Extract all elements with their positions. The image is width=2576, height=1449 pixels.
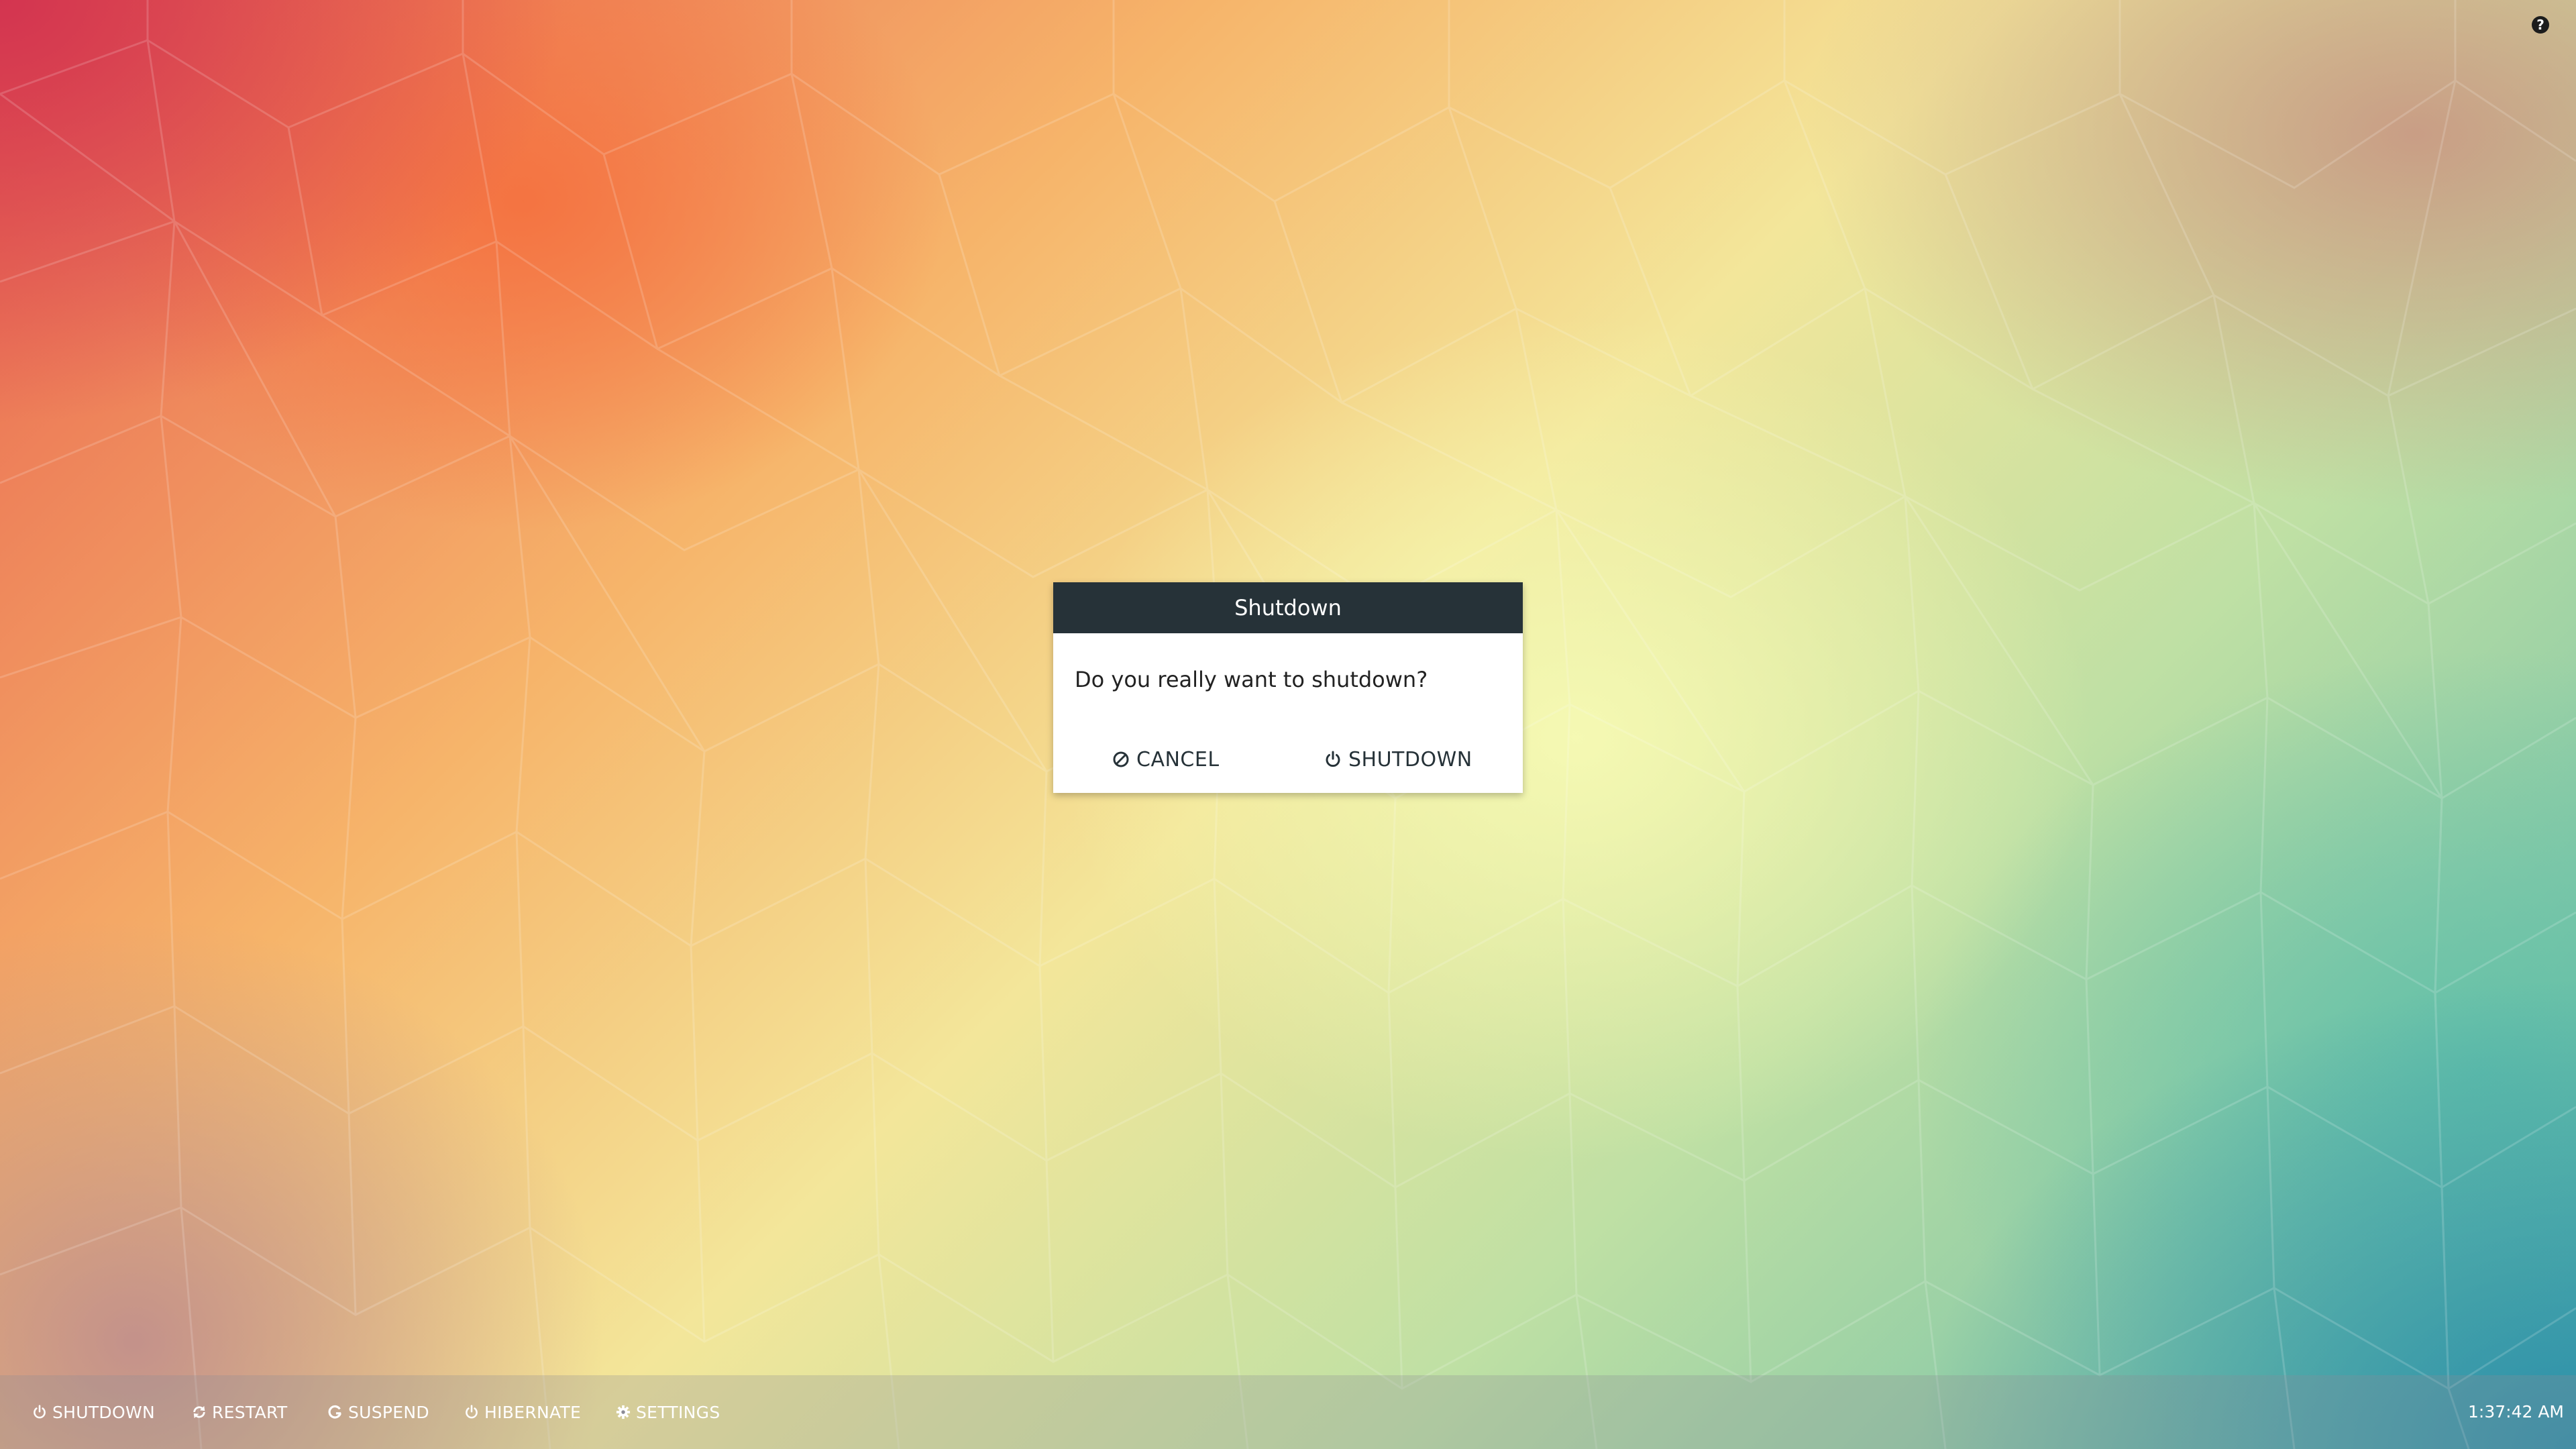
suspend-icon [328, 1405, 341, 1419]
taskbar-restart-button[interactable]: RESTART [192, 1375, 287, 1449]
help-icon[interactable]: ? [2532, 16, 2549, 34]
taskbar-settings-button[interactable]: SETTINGS [616, 1375, 720, 1449]
taskbar-shutdown-button[interactable]: SHUTDOWN [32, 1375, 155, 1449]
dialog-actions: CANCEL SHUTDOWN [1053, 734, 1523, 785]
taskbar: SHUTDOWN RESTART SUSPEND HIBERNATE SETTI… [0, 1375, 2576, 1449]
taskbar-restart-label: RESTART [212, 1402, 288, 1422]
gear-icon [616, 1405, 631, 1419]
cancel-button-label: CANCEL [1136, 747, 1220, 771]
taskbar-hibernate-button[interactable]: HIBERNATE [464, 1375, 581, 1449]
taskbar-suspend-label: SUSPEND [348, 1402, 429, 1422]
taskbar-suspend-button[interactable]: SUSPEND [328, 1375, 429, 1449]
confirm-shutdown-button[interactable]: SHUTDOWN [1324, 734, 1472, 785]
refresh-icon [193, 1405, 205, 1419]
taskbar-settings-label: SETTINGS [636, 1402, 720, 1422]
cancel-button[interactable]: CANCEL [1112, 734, 1220, 785]
taskbar-hibernate-label: HIBERNATE [484, 1402, 582, 1422]
ban-icon [1113, 751, 1129, 767]
power-icon [34, 1405, 46, 1419]
shutdown-dialog: Shutdown Do you really want to shutdown?… [1053, 582, 1523, 793]
clock: 1:37:42 AM [2468, 1402, 2564, 1421]
confirm-shutdown-label: SHUTDOWN [1348, 747, 1472, 771]
taskbar-shutdown-label: SHUTDOWN [52, 1402, 155, 1422]
power-icon [466, 1405, 478, 1419]
dialog-title: Shutdown [1053, 582, 1523, 633]
desktop-screen: ? Shutdown Do you really want to shutdow… [0, 0, 2576, 1449]
dialog-message: Do you really want to shutdown? [1075, 667, 1428, 692]
power-icon [1326, 751, 1340, 767]
